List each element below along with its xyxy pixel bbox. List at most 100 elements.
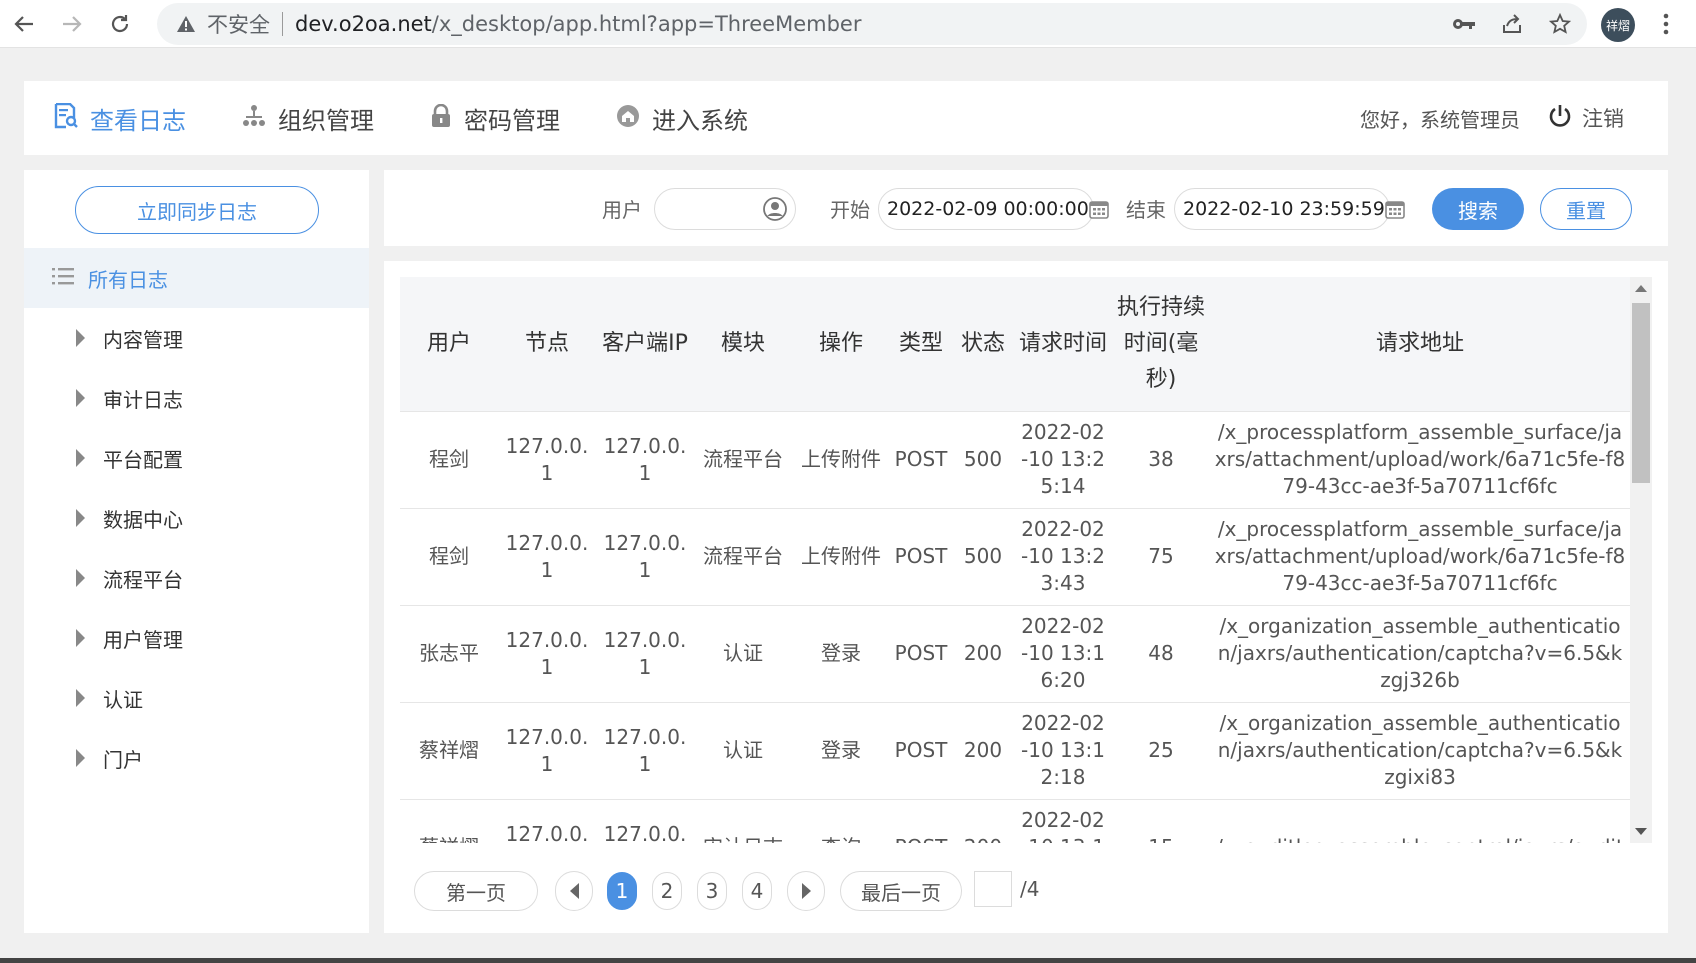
cell-client-ip: 127.0.0.1 (596, 411, 694, 509)
url-host: dev.o2oa.net (295, 12, 432, 36)
back-icon[interactable] (0, 0, 48, 48)
cell-duration: 75 (1112, 508, 1210, 606)
star-icon[interactable] (1547, 11, 1573, 37)
cell-operation: 登录 (792, 605, 890, 703)
sidebar-item-data-center[interactable]: 数据中心 (24, 488, 369, 548)
cell-request-time: 2022-02-10 13:10:02 (1014, 799, 1112, 843)
cell-duration: 38 (1112, 411, 1210, 509)
sidebar-item-all-logs[interactable]: 所有日志 (24, 248, 369, 308)
scroll-down-icon[interactable] (1635, 828, 1647, 835)
sidebar-item-audit-log[interactable]: 审计日志 (24, 368, 369, 428)
key-icon[interactable] (1451, 11, 1477, 37)
browser-menu-icon[interactable] (1656, 10, 1676, 38)
sync-logs-button[interactable]: 立即同步日志 (75, 186, 319, 234)
window-bottom-edge (0, 958, 1696, 963)
sidebar-item-label: 数据中心 (103, 507, 183, 532)
forward-icon[interactable] (48, 0, 96, 48)
sidebar-item-process-platform[interactable]: 流程平台 (24, 548, 369, 608)
cell-duration: 25 (1112, 702, 1210, 800)
sidebar-item-platform-config[interactable]: 平台配置 (24, 428, 369, 488)
cell-user: 张志平 (400, 605, 498, 703)
sidebar-item-label: 门户 (103, 747, 143, 772)
address-bar[interactable]: 不安全 dev.o2oa.net/x_desktop/app.html?app=… (157, 3, 1587, 45)
logout-button[interactable]: 注销 (1548, 103, 1624, 133)
cell-type: POST (890, 702, 952, 800)
last-page-button[interactable]: 最后一页 (840, 871, 962, 911)
scroll-up-icon[interactable] (1635, 285, 1647, 292)
lock-icon (430, 103, 452, 132)
sidebar-item-label: 用户管理 (103, 627, 183, 652)
person-icon[interactable] (761, 195, 789, 223)
table-row[interactable]: 程剑 127.0.0.1 127.0.0.1 流程平台 上传附件 POST 50… (400, 508, 1630, 606)
sidebar-item-portal[interactable]: 门户 (24, 728, 369, 788)
search-button[interactable]: 搜索 (1432, 188, 1524, 230)
start-date-value: 2022-02-09 00:00:00 (887, 198, 1089, 220)
sidebar-item-label: 平台配置 (103, 447, 183, 472)
expand-arrow-icon (76, 509, 85, 527)
first-page-button[interactable]: 第一页 (414, 871, 538, 911)
calendar-icon[interactable] (1088, 195, 1109, 223)
page-number-button[interactable]: 1 (607, 872, 637, 910)
log-search-icon (54, 102, 78, 133)
cell-type: POST (890, 411, 952, 509)
user-input[interactable] (654, 188, 796, 230)
cell-request-time: 2022-02-10 13:25:14 (1014, 411, 1112, 509)
url-path: /x_desktop/app.html?app=ThreeMember (431, 12, 862, 36)
profile-avatar[interactable]: 祥熠 (1601, 8, 1635, 42)
sidebar-item-label: 流程平台 (103, 567, 183, 592)
expand-arrow-icon (76, 749, 85, 767)
reset-button[interactable]: 重置 (1540, 188, 1632, 230)
scrollbar-thumb[interactable] (1632, 303, 1650, 483)
cell-request-url: /x_organization_assemble_authentication/… (1210, 605, 1630, 703)
log-table: 用户 节点 客户端IP 模块 操作 类型 状态 请求时间 执行持续时间(毫秒) … (400, 277, 1630, 843)
nav-org-management[interactable]: 组织管理 (214, 81, 402, 155)
calendar-icon[interactable] (1384, 195, 1405, 223)
log-table-scroll[interactable]: 用户 节点 客户端IP 模块 操作 类型 状态 请求时间 执行持续时间(毫秒) … (400, 277, 1636, 843)
nav-label: 密码管理 (464, 106, 560, 135)
cell-module: 审计日志 (694, 799, 792, 843)
nav-password-management[interactable]: 密码管理 (402, 81, 588, 155)
page-number-button[interactable]: 4 (742, 872, 772, 910)
end-date-value: 2022-02-10 23:59:59 (1183, 198, 1385, 220)
url-divider (282, 12, 283, 36)
logout-label: 注销 (1582, 107, 1624, 131)
start-date-input[interactable]: 2022-02-09 00:00:00 (878, 188, 1109, 230)
table-row[interactable]: 蔡祥熠 127.0.0.1 127.0.0.1 认证 登录 POST 200 2… (400, 702, 1630, 800)
page-number-button[interactable]: 2 (652, 872, 682, 910)
sidebar-item-content-management[interactable]: 内容管理 (24, 308, 369, 368)
cell-client-ip: 127.0.0.1 (596, 508, 694, 606)
cell-node: 127.0.0.1 (498, 411, 596, 509)
table-scrollbar[interactable] (1630, 277, 1652, 843)
cell-request-url: /x_processplatform_assemble_surface/jaxr… (1210, 411, 1630, 509)
reload-icon[interactable] (96, 0, 144, 48)
table-row[interactable]: 蔡祥熠 127.0.0.1 127.0.0.1 审计日志 查询 POST 200… (400, 799, 1630, 843)
cell-duration: 48 (1112, 605, 1210, 703)
nav-view-logs[interactable]: 查看日志 (24, 81, 214, 155)
cell-module: 认证 (694, 605, 792, 703)
nav-enter-system[interactable]: 进入系统 (588, 81, 776, 155)
cell-request-time: 2022-02-10 13:12:18 (1014, 702, 1112, 800)
sidebar-item-label: 认证 (103, 687, 143, 712)
column-header-node: 节点 (498, 277, 596, 412)
column-header-user: 用户 (400, 277, 498, 412)
cell-status: 200 (952, 702, 1014, 800)
search-bar: 用户 开始 2022-02-09 00:00:00 结束 2022-02-10 … (384, 170, 1668, 246)
cell-duration: 15 (1112, 799, 1210, 843)
next-page-button[interactable] (787, 871, 825, 911)
cell-operation: 上传附件 (792, 411, 890, 509)
cell-request-url: /x_auditlog_assemble_control/jaxrs/audit (1210, 799, 1630, 843)
sidebar-item-authentication[interactable]: 认证 (24, 668, 369, 728)
cell-status: 200 (952, 605, 1014, 703)
sidebar-item-user-management[interactable]: 用户管理 (24, 608, 369, 668)
page-number-button[interactable]: 3 (697, 872, 727, 910)
sidebar-item-label: 内容管理 (103, 327, 183, 352)
share-icon[interactable] (1499, 11, 1525, 37)
cell-node: 127.0.0.1 (498, 605, 596, 703)
prev-page-button[interactable] (555, 871, 593, 911)
cell-request-time: 2022-02-10 13:16:20 (1014, 605, 1112, 703)
table-row[interactable]: 程剑 127.0.0.1 127.0.0.1 流程平台 上传附件 POST 50… (400, 411, 1630, 509)
page-jump-input[interactable] (974, 871, 1012, 907)
cell-status: 500 (952, 508, 1014, 606)
end-date-input[interactable]: 2022-02-10 23:59:59 (1174, 188, 1405, 230)
table-row[interactable]: 张志平 127.0.0.1 127.0.0.1 认证 登录 POST 200 2… (400, 605, 1630, 703)
